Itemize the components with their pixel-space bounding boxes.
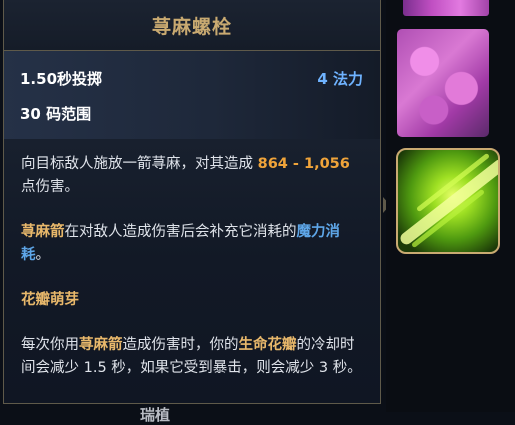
desc-text: 点伤害。	[21, 179, 79, 195]
mana-cost: 4 法力	[317, 70, 363, 88]
ability-stats: 1.50秒投掷 4 法力 30 码范围	[4, 51, 380, 139]
flower-petal-icon[interactable]	[397, 29, 489, 137]
talent-description: 每次你用荨麻箭造成伤害时，你的生命花瓣的冷却时间会减少 1.5 秒，如果它受到暴…	[21, 334, 364, 380]
desc-text: 每次你用	[21, 337, 79, 353]
desc-text: 造成伤害时，你的	[122, 337, 239, 353]
description-paragraph-refund: 荨麻箭在对敌人造成伤害后会补充它消耗的魔力消耗。	[21, 221, 364, 267]
ability-range: 30 码范围	[20, 105, 92, 123]
talent-name: 花瓣萌芽	[21, 292, 79, 308]
description-paragraph-damage: 向目标敌人施放一箭荨麻，对其造成 864 - 1,056 点伤害。	[21, 153, 364, 199]
damage-value: 864 - 1,056	[257, 156, 350, 172]
ability-description: 向目标敌人施放一箭荨麻，对其造成 864 - 1,056 点伤害。 荨麻箭在对敌…	[4, 139, 380, 380]
cutoff-label: 瑞植	[140, 406, 171, 424]
cast-time: 1.50秒投掷	[20, 70, 103, 88]
keyword-life-petal: 生命花瓣	[238, 337, 297, 353]
keyword-nettle-arrow: 荨麻箭	[21, 224, 65, 240]
nettle-bolt-icon[interactable]	[396, 148, 500, 254]
tooltip-header: 荨麻螺栓	[4, 0, 380, 51]
pink-ability-icon[interactable]	[403, 0, 489, 16]
bolt-streak	[398, 157, 498, 247]
game-ui: 荨麻螺栓 1.50秒投掷 4 法力 30 码范围 向目标敌人施放一箭荨麻，对其造…	[0, 0, 515, 424]
desc-text: 。	[35, 247, 51, 263]
desc-text: 向目标敌人施放一箭荨麻，对其造成	[21, 156, 258, 172]
ability-title: 荨麻螺栓	[151, 15, 232, 38]
ability-tooltip: 荨麻螺栓 1.50秒投掷 4 法力 30 码范围 向目标敌人施放一箭荨麻，对其造…	[3, 0, 381, 404]
desc-text: 在对敌人造成伤害后会补充它消耗的	[64, 224, 297, 240]
keyword-nettle-arrow: 荨麻箭	[79, 337, 123, 353]
